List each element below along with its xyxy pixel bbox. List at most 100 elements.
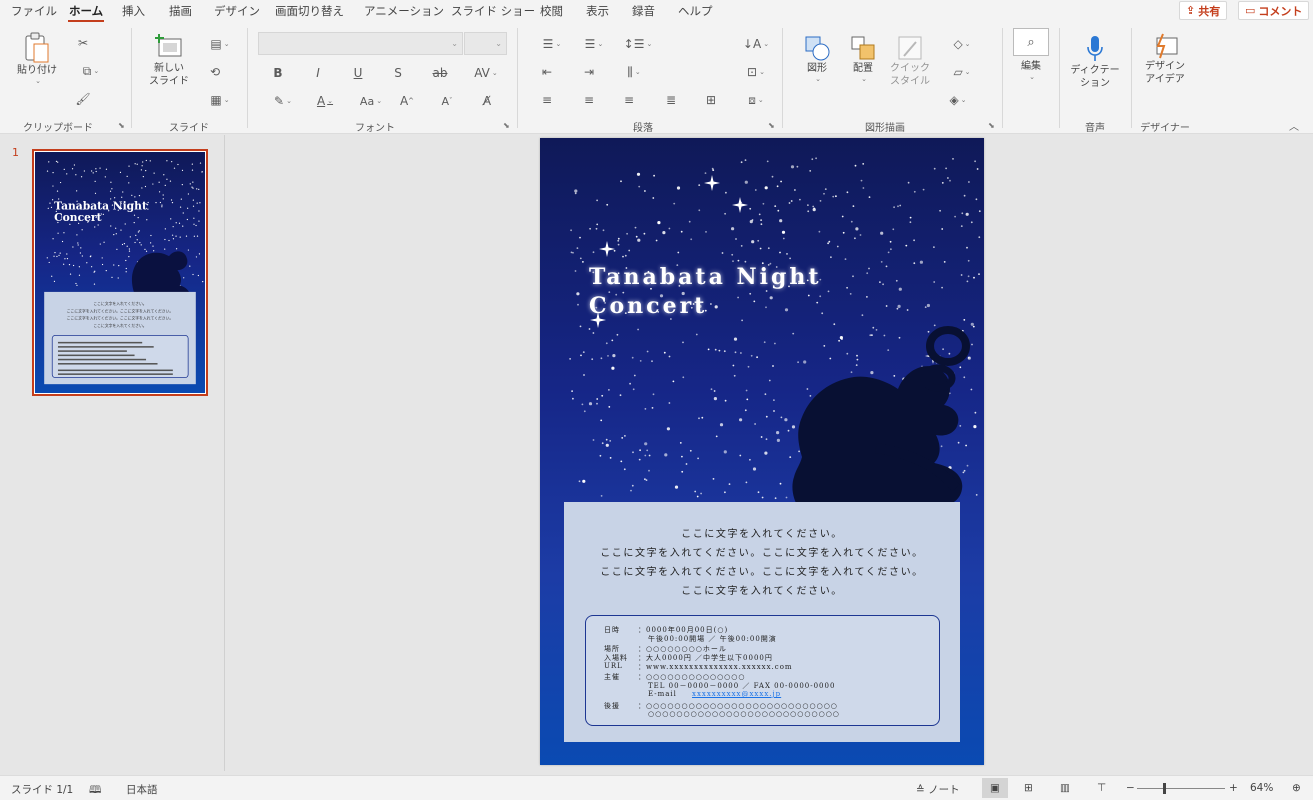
reading-view-icon[interactable]: ▥: [1060, 782, 1070, 794]
tab-transitions[interactable]: 画面切り替え: [275, 3, 344, 19]
normal-view-icon[interactable]: ▣: [982, 778, 1008, 798]
increase-indent-icon[interactable]: ⇥: [578, 63, 600, 81]
support-label: 後援: [604, 702, 620, 710]
slide-title-line-2[interactable]: Concert: [589, 293, 707, 319]
shapes-button[interactable]: 図形 ⌄: [797, 34, 837, 83]
shrink-font-icon[interactable]: Aˇ: [438, 92, 456, 110]
arrange-button[interactable]: 配置 ⌄: [843, 34, 883, 83]
font-name-combo[interactable]: ⌄: [258, 32, 463, 55]
thumb-star: [48, 261, 50, 264]
thumb-star: [192, 205, 195, 207]
section-icon[interactable]: ▦ ⌄: [206, 91, 234, 109]
line-spacing-icon[interactable]: ↕☰ ⌄: [622, 35, 654, 53]
zoom-slider-thumb[interactable]: [1163, 783, 1166, 794]
message-panel[interactable]: ここに文字を入れてください。 ここに文字を入れてください。ここに文字を入れてくだ…: [564, 502, 960, 742]
tab-file[interactable]: ファイル: [11, 3, 57, 19]
editing-button[interactable]: ⌕ 編集 ⌄: [1010, 28, 1052, 81]
format-painter-icon[interactable]: 🖌: [74, 90, 92, 108]
share-button[interactable]: ⇪ 共有: [1179, 1, 1228, 20]
reset-icon[interactable]: ⟲: [206, 63, 224, 81]
thumb-star: [147, 201, 149, 204]
zoom-in-icon[interactable]: +: [1229, 782, 1238, 794]
accessibility-icon[interactable]: 🕮: [89, 782, 101, 800]
highlight-icon[interactable]: ✎ ⌄: [268, 92, 298, 110]
align-text-icon[interactable]: ⊡ ⌄: [742, 63, 770, 81]
tab-insert[interactable]: 挿入: [122, 3, 145, 19]
event-info-box[interactable]: 日時 ：0000年00月00日(○) 午後00:00開場 ／ 午後00:00開演…: [585, 615, 940, 726]
thumb-star: [121, 243, 124, 246]
thumb-star: [144, 185, 147, 188]
slide-canvas[interactable]: Tanabata Night Concert ここに文字を入れてください。 ここ…: [540, 138, 984, 765]
slide-number: 1: [12, 146, 19, 159]
fit-to-window-icon[interactable]: ⊕: [1292, 782, 1301, 794]
numbering-icon[interactable]: ☰ ⌄: [578, 35, 610, 53]
tab-home[interactable]: ホーム: [67, 3, 105, 23]
slide-thumbnail[interactable]: Tanabata Night Concert ここに文字を入れてください。 ここ…: [32, 149, 208, 396]
dialog-launcher-icon[interactable]: ⬊: [768, 121, 775, 130]
slideshow-icon[interactable]: ⊤: [1097, 782, 1106, 794]
tab-draw[interactable]: 描画: [169, 3, 192, 19]
change-case-icon[interactable]: Aa ⌄: [356, 92, 386, 110]
tab-review[interactable]: 校閲: [540, 3, 563, 19]
shadow-icon[interactable]: S: [390, 64, 406, 82]
clear-format-icon[interactable]: A̸: [478, 92, 496, 110]
dictate-button[interactable]: ディクテー ション: [1070, 34, 1120, 90]
justify-icon[interactable]: ≣: [660, 91, 682, 109]
font-size-combo[interactable]: ⌄: [464, 32, 507, 55]
zoom-level[interactable]: 64%: [1250, 782, 1273, 794]
smartart-icon[interactable]: ⧈ ⌄: [742, 91, 770, 109]
thumb-star: [145, 159, 147, 162]
strikethrough-icon[interactable]: ab: [430, 64, 450, 82]
align-left-icon[interactable]: ≡: [536, 91, 558, 109]
collapse-ribbon-icon[interactable]: ︿: [1287, 118, 1301, 133]
dialog-launcher-icon[interactable]: ⬊: [118, 121, 125, 130]
italic-icon[interactable]: I: [310, 64, 326, 82]
shape-effects-icon[interactable]: ◈ ⌄: [942, 91, 974, 109]
thumb-star: [189, 183, 191, 185]
copy-icon[interactable]: ⧉ ⌄: [74, 62, 108, 80]
font-color-icon[interactable]: A ⌄: [310, 92, 340, 110]
language-status[interactable]: 日本語: [126, 782, 158, 797]
tab-slideshow[interactable]: スライド ショー: [451, 3, 535, 19]
quick-styles-button[interactable]: クイック スタイル: [886, 34, 934, 88]
drawing-group-label: 図形描画: [865, 123, 905, 134]
clipboard-group-label: クリップボード: [23, 123, 93, 134]
notes-button[interactable]: ≙ ノート: [916, 782, 960, 797]
new-slide-button[interactable]: 新しい スライド: [144, 32, 194, 88]
slide-sorter-icon[interactable]: ⊞: [1024, 782, 1033, 794]
align-right-icon[interactable]: ≡: [618, 91, 640, 109]
bullets-icon[interactable]: ☰ ⌄: [536, 35, 568, 53]
tab-view[interactable]: 表示: [586, 3, 609, 19]
grow-font-icon[interactable]: A ^: [398, 92, 416, 110]
thumb-star: [116, 248, 118, 250]
shape-fill-icon[interactable]: ◇ ⌄: [942, 35, 982, 53]
align-center-icon[interactable]: ≡: [578, 91, 600, 109]
design-ideas-button[interactable]: デザイン アイデア: [1140, 32, 1190, 86]
paste-button[interactable]: 貼り付け ⌄: [14, 32, 60, 85]
tab-design[interactable]: デザイン: [214, 3, 260, 19]
zoom-out-icon[interactable]: −: [1126, 782, 1135, 794]
host-email-link[interactable]: xxxxxxxxxx@xxxx.jp: [692, 690, 781, 698]
thumb-star: [102, 213, 104, 216]
thumb-star: [136, 163, 138, 165]
bold-icon[interactable]: B: [270, 64, 286, 82]
char-spacing-icon[interactable]: AV ⌄: [472, 64, 500, 82]
layout-icon[interactable]: ▤ ⌄: [206, 35, 234, 53]
tab-recording[interactable]: 録音: [632, 3, 655, 19]
underline-icon[interactable]: U: [350, 64, 366, 82]
decrease-indent-icon[interactable]: ⇤: [536, 63, 558, 81]
slide-info[interactable]: スライド 1/1: [11, 782, 73, 797]
comment-button[interactable]: ▭ コメント: [1238, 1, 1310, 20]
text-direction-icon[interactable]: ↓A ⌄: [742, 35, 770, 53]
zoom-slider[interactable]: [1137, 783, 1225, 794]
tab-animations[interactable]: アニメーション: [364, 3, 444, 19]
tab-help[interactable]: ヘルプ: [678, 3, 713, 19]
shape-outline-icon[interactable]: ▱ ⌄: [942, 63, 982, 81]
columns-icon[interactable]: ⫼ ⌄: [620, 63, 648, 81]
dialog-launcher-icon[interactable]: ⬊: [503, 121, 510, 130]
thumb-star: [119, 171, 122, 174]
cut-icon[interactable]: ✂: [74, 34, 92, 52]
distribute-icon[interactable]: ⊞: [700, 91, 722, 109]
dialog-launcher-icon[interactable]: ⬊: [988, 121, 995, 130]
slide-title-line-1[interactable]: Tanabata Night: [589, 264, 822, 290]
